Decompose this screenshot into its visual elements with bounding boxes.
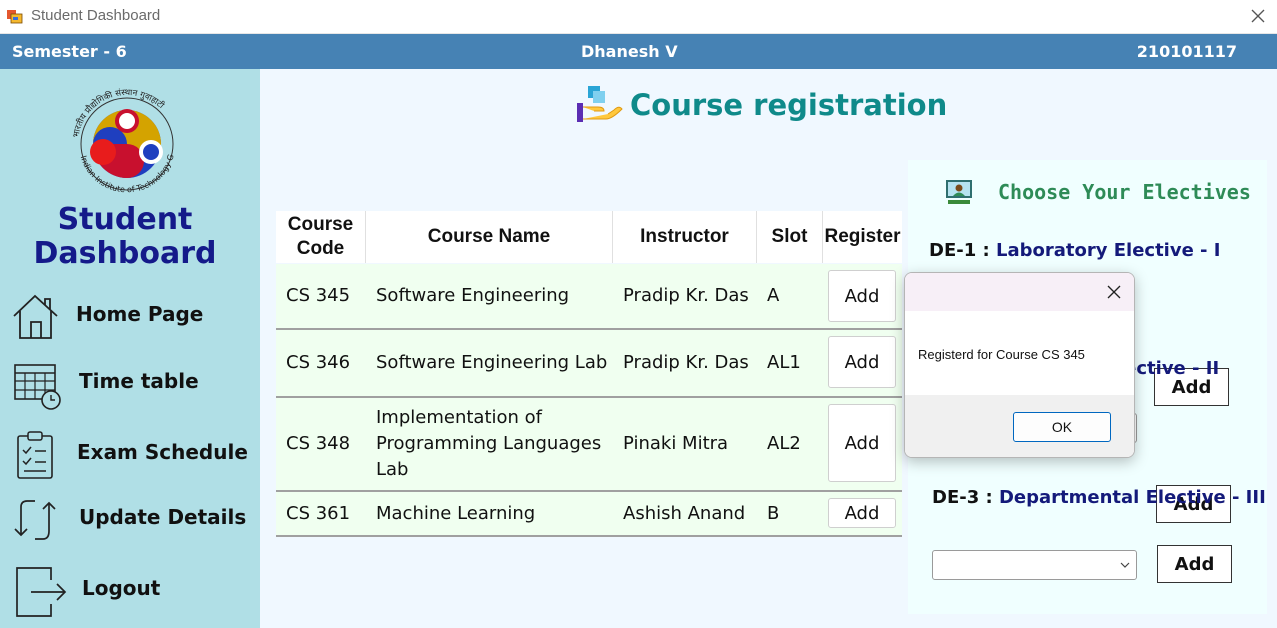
instructor-cell: Ashish Anand [623, 502, 746, 524]
course-name-cell: Machine Learning [376, 502, 536, 524]
window-title: Student Dashboard [31, 7, 161, 24]
column-header-instructor: Instructor [613, 211, 757, 263]
course-name-cell: Software Engineering [376, 285, 570, 306]
table-row: CS 361 Machine Learning Ashish Anand B A… [276, 492, 902, 537]
dashboard-title-line2: Dashboard [33, 236, 217, 271]
logout-icon [16, 567, 67, 617]
electives-title: Choose Your Electives [998, 180, 1251, 204]
message-dialog: Registerd for Course CS 345 OK [904, 272, 1135, 458]
course-name-cell: Implementation of Programming Languages … [376, 407, 602, 480]
elective-select-de3[interactable] [932, 550, 1137, 580]
course-code-cell: CS 346 [286, 352, 351, 373]
add-course-button[interactable]: Add [828, 404, 896, 482]
sidebar-item-label: Time table [79, 369, 199, 393]
dialog-message: Registerd for Course CS 345 [918, 347, 1085, 362]
add-course-button[interactable]: Add [828, 498, 896, 528]
elective-name: Laboratory Elective - I [995, 240, 1221, 261]
clipboard-checklist-icon [17, 431, 53, 479]
instructor-cell: Pradip Kr. Das [623, 352, 749, 373]
close-window-icon[interactable] [1247, 5, 1269, 27]
elective-key: DE-1 : [929, 240, 990, 261]
instructor-cell: Pinaki Mitra [623, 433, 729, 454]
column-header-course-name: Course Name [366, 211, 613, 263]
page-title: Course registration [630, 88, 948, 122]
add-elective-button-de3[interactable]: Add [1157, 545, 1232, 583]
column-header-course-code: Course Code [276, 211, 366, 263]
sidebar-item-label: Update Details [79, 505, 247, 529]
column-header-register: Register [824, 226, 901, 247]
semester-label: Semester - 6 [12, 42, 127, 61]
slot-cell: B [767, 502, 780, 524]
dashboard-title-line1: Student [57, 202, 193, 237]
sidebar-item-timetable[interactable]: Time table [0, 355, 260, 411]
course-code-cell: CS 348 [286, 433, 351, 454]
table-header: Course Code Course Name Instructor Slot … [276, 211, 902, 263]
dashboard-title: Student Dashboard [0, 203, 250, 271]
instructor-cell: Pradip Kr. Das [623, 285, 749, 306]
course-registration-icon [577, 86, 623, 122]
dialog-footer: OK [905, 395, 1134, 457]
sidebar-item-home[interactable]: Home Page [0, 288, 260, 344]
table-row: CS 346 Software Engineering Lab Pradip K… [276, 330, 902, 398]
table-row: CS 348 Implementation of Programming Lan… [276, 398, 902, 492]
student-info-bar: Semester - 6 Dhanesh V 210101117 [0, 34, 1277, 69]
sidebar-item-update-details[interactable]: Update Details [0, 491, 260, 547]
refresh-arrows-icon [14, 500, 56, 540]
window-titlebar: Student Dashboard [0, 0, 1277, 34]
close-icon[interactable] [1106, 284, 1122, 300]
sidebar-item-label: Exam Schedule [77, 440, 248, 464]
dialog-header [905, 273, 1134, 311]
slot-cell: AL1 [767, 352, 801, 373]
elective-name: Departmental Elective - III [998, 487, 1266, 508]
sidebar-item-label: Logout [82, 576, 161, 600]
roll-number: 210101117 [1136, 42, 1237, 61]
ok-button[interactable]: OK [1013, 412, 1111, 442]
calendar-grid-icon [14, 364, 61, 410]
table-row: CS 345 Software Engineering Pradip Kr. D… [276, 264, 902, 330]
iit-guwahati-logo: भारतीय प्रौद्योगिकी संस्थान गुवाहाटी Ind… [62, 76, 176, 194]
elective-label-de3: DE-3 : Departmental Elective - III [932, 487, 1266, 508]
student-name: Dhanesh V [581, 42, 678, 61]
sidebar-item-logout[interactable]: Logout [0, 562, 260, 618]
course-code-cell: CS 361 [286, 502, 351, 524]
slot-cell: A [767, 285, 780, 306]
chevron-down-icon [1120, 562, 1130, 568]
student-computer-icon [946, 180, 972, 204]
add-course-button[interactable]: Add [828, 270, 896, 322]
add-course-button[interactable]: Add [828, 336, 896, 388]
sidebar: भारतीय प्रौद्योगिकी संस्थान गुवाहाटी Ind… [0, 69, 260, 628]
sidebar-item-exam-schedule[interactable]: Exam Schedule [0, 426, 260, 482]
sidebar-item-label: Home Page [76, 302, 204, 326]
course-name-cell: Software Engineering Lab [376, 352, 608, 373]
elective-key: DE-3 : [932, 487, 993, 508]
app-icon [7, 10, 23, 24]
home-icon [13, 294, 58, 339]
course-code-cell: CS 345 [286, 285, 351, 306]
column-header-slot: Slot [757, 211, 823, 263]
elective-label-de1: DE-1 : Laboratory Elective - I [929, 240, 1220, 261]
slot-cell: AL2 [767, 433, 801, 454]
